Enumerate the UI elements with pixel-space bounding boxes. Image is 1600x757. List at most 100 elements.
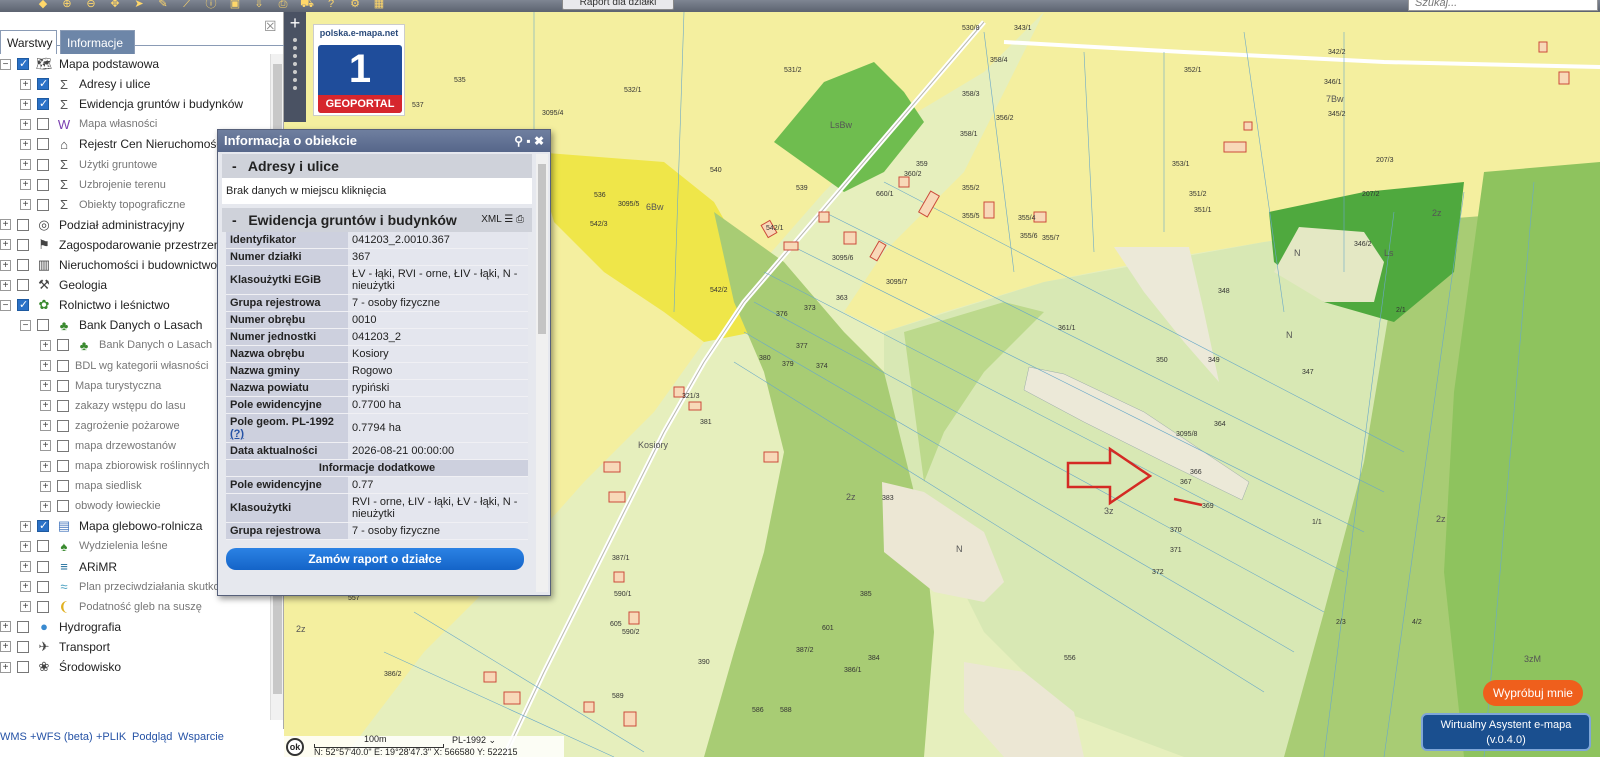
layer-item[interactable]: + mapa zbiorowisk roślinnych [40, 456, 210, 476]
zoom-dot[interactable] [293, 86, 297, 90]
link-icon[interactable]: ⚲ [514, 134, 523, 148]
layer-checkbox[interactable] [37, 560, 49, 573]
pan-icon[interactable]: ✥ [108, 0, 122, 11]
layer-item[interactable]: + zagrożenie pożarowe [40, 416, 180, 436]
layer-checkbox[interactable] [37, 519, 49, 533]
zoom-dot[interactable] [293, 78, 297, 82]
layer-checkbox[interactable] [37, 138, 49, 151]
expand-icon[interactable]: + [40, 420, 51, 432]
expand-icon[interactable]: + [20, 98, 31, 110]
search-input[interactable] [1408, 0, 1598, 11]
layer-item[interactable]: + mapa siedlisk [40, 476, 142, 496]
virtual-assistant-button[interactable]: Wirtualny Asystent e-mapa (v.0.4.0) [1421, 713, 1591, 751]
collapse-icon[interactable]: - [232, 158, 237, 174]
layer-checkbox[interactable] [17, 57, 29, 70]
layer-checkbox[interactable] [17, 298, 29, 312]
zoom-dot[interactable] [293, 70, 297, 74]
layer-checkbox[interactable] [37, 77, 49, 91]
layer-item[interactable]: + ⌂ Rejestr Cen Nieruchomości [20, 134, 225, 154]
link-wms[interactable]: WMS [0, 731, 27, 743]
layer-item[interactable]: + ♣ Bank Danych o Lasach [40, 335, 212, 355]
close-icon[interactable]: ✖ [534, 134, 544, 148]
expand-icon[interactable]: + [0, 279, 11, 291]
layer-checkbox[interactable] [57, 419, 69, 432]
link-podglad[interactable]: Podgląd [132, 731, 172, 743]
layer-checkbox[interactable] [37, 198, 49, 211]
save-icon[interactable]: ▣ [228, 0, 242, 11]
layer-checkbox[interactable] [17, 238, 29, 251]
layer-checkbox[interactable] [17, 279, 29, 292]
layer-checkbox[interactable] [37, 118, 49, 131]
layer-item[interactable]: + BDL wg kategorii własności [40, 356, 208, 376]
layer-item[interactable]: + ▥ Nieruchomości i budownictwo [0, 255, 217, 275]
layer-checkbox[interactable] [57, 359, 69, 372]
layer-checkbox[interactable] [37, 158, 49, 171]
layer-item[interactable]: − ♣ Bank Danych o Lasach [20, 315, 202, 335]
link-wsparcie[interactable]: Wsparcie [178, 731, 224, 743]
layer-checkbox[interactable] [37, 178, 49, 191]
layer-checkbox[interactable] [37, 600, 49, 613]
geoportal-logo[interactable]: polska.e-mapa.net 1 GEOPORTAL [313, 24, 405, 116]
layer-checkbox[interactable] [17, 218, 29, 231]
expand-icon[interactable]: + [0, 621, 11, 633]
cart-icon[interactable]: ⛟ [300, 0, 314, 11]
layer-item[interactable]: + ❀ Środowisko [0, 657, 121, 677]
collapse-icon[interactable]: − [20, 319, 31, 331]
layer-item[interactable]: + W Mapa własności [20, 114, 157, 134]
download-icon[interactable]: ⇩ [252, 0, 266, 11]
expand-icon[interactable]: + [40, 360, 51, 371]
layer-checkbox[interactable] [17, 661, 29, 673]
crs-select[interactable]: PL-1992 ⌄ [452, 735, 532, 746]
layer-checkbox[interactable] [57, 480, 69, 493]
zoom-dot[interactable] [293, 62, 297, 66]
layer-item[interactable]: + ⚑ Zagospodarowanie przestrzenne [0, 235, 234, 255]
expand-icon[interactable]: + [40, 339, 51, 351]
layer-item[interactable]: + Mapa turystyczna [40, 376, 161, 396]
layer-checkbox[interactable] [37, 319, 49, 332]
layer-item[interactable]: + ● Hydrografia [0, 617, 121, 637]
info-icon[interactable]: ⓘ [204, 0, 218, 11]
expand-icon[interactable]: + [40, 500, 51, 512]
layer-checkbox[interactable] [57, 500, 69, 513]
expand-icon[interactable]: + [20, 520, 31, 532]
tab-warstwy[interactable]: Warstwy [0, 30, 57, 54]
expand-icon[interactable]: + [20, 199, 31, 211]
print-icon[interactable]: ⎙ [276, 0, 290, 11]
layer-checkbox[interactable] [57, 379, 69, 392]
expand-icon[interactable]: + [40, 460, 51, 472]
layer-checkbox[interactable] [57, 339, 69, 352]
expand-icon[interactable]: + [20, 581, 31, 593]
popup-scrollbar[interactable] [536, 154, 548, 592]
layer-checkbox[interactable] [17, 640, 29, 653]
layer-item[interactable]: + ◎ Podział administracyjny [0, 215, 184, 235]
layer-item[interactable]: + ♠ Wydzielenia leśne [20, 536, 168, 556]
zoom-plus-icon[interactable]: + [284, 12, 306, 34]
list-icon[interactable]: ☰ [504, 214, 513, 225]
tab-informacje[interactable]: Informacje [60, 30, 135, 54]
layers-icon[interactable]: ◆ [36, 0, 50, 11]
color-icon[interactable]: ▦ [372, 0, 386, 11]
layer-item[interactable]: + Σ Ewidencja gruntów i budynków [20, 94, 243, 114]
layer-checkbox[interactable] [17, 620, 29, 633]
help-link[interactable]: (?) [230, 428, 244, 440]
layer-item[interactable]: + Σ Adresy i ulice [20, 74, 150, 94]
expand-icon[interactable]: + [0, 259, 11, 271]
popup-header[interactable]: Informacja o obiekcie ⚲ ▪ ✖ [218, 130, 550, 152]
expand-icon[interactable]: + [20, 138, 31, 150]
layer-item[interactable]: + ❨ Podatność gleb na suszę [20, 597, 202, 617]
xml-icon[interactable]: XML [481, 214, 501, 225]
expand-icon[interactable]: + [20, 78, 31, 90]
layer-item[interactable]: + Σ Obiekty topograficzne [20, 195, 185, 215]
zoom-dot[interactable] [293, 46, 297, 50]
collapse-icon[interactable]: − [0, 58, 11, 70]
expand-icon[interactable]: + [40, 480, 51, 492]
layer-checkbox[interactable] [57, 439, 69, 452]
zoom-out-icon[interactable]: ⊖ [84, 0, 98, 11]
expand-icon[interactable]: + [20, 540, 31, 552]
pointer-icon[interactable]: ➤ [132, 0, 146, 11]
expand-icon[interactable]: + [0, 219, 11, 231]
expand-icon[interactable]: + [20, 159, 31, 170]
settings-icon[interactable]: ⚙ [348, 0, 362, 11]
try-me-button[interactable]: Wypróbuj mnie [1483, 680, 1583, 706]
layer-item[interactable]: + ≡ ARiMR [20, 557, 117, 577]
